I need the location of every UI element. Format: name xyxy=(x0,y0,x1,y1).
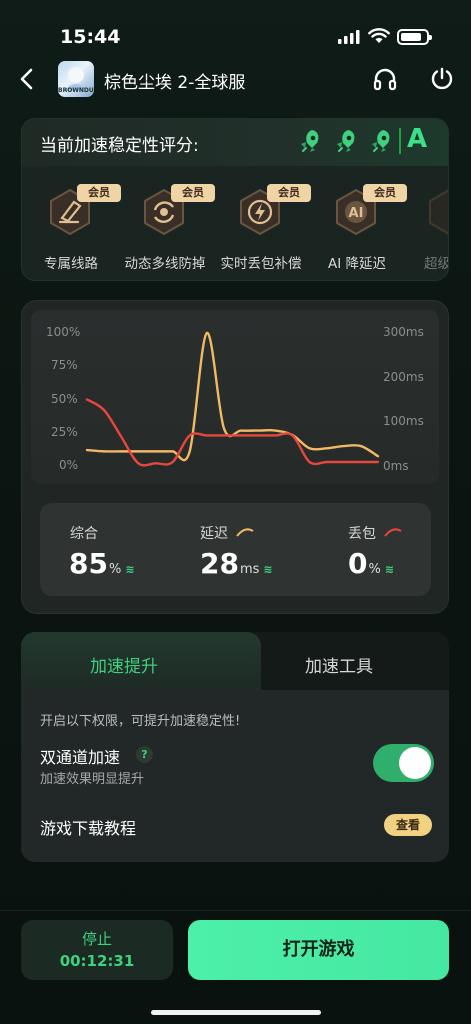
chevron-down-icon: ≋ xyxy=(263,563,273,576)
overall-unit: % xyxy=(108,562,122,577)
tab-tools[interactable]: 加速工具 xyxy=(305,652,373,677)
boost-hint: 开启以下权限，可提升加速稳定性! xyxy=(40,714,241,729)
open-game-button[interactable]: 打开游戏 xyxy=(188,920,449,980)
dual-channel-subtitle: 加速效果明显提升 xyxy=(40,772,145,787)
latency-legend-icon xyxy=(236,528,254,537)
bottom-divider xyxy=(0,910,471,911)
series-line-loss xyxy=(85,398,380,467)
latency-unit: ms xyxy=(239,562,260,577)
loss-number: 0 xyxy=(348,547,368,580)
help-icon[interactable]: ? xyxy=(136,746,153,763)
overall-number: 85 xyxy=(69,547,108,580)
view-tutorial-button[interactable]: 查看 xyxy=(384,814,432,836)
stat-overall-label: 综合 xyxy=(70,526,98,542)
stop-label: 停止 xyxy=(81,930,112,948)
stat-overall-value: 85% ≋ xyxy=(69,547,135,580)
stat-latency-value: 28ms ≋ xyxy=(200,547,273,580)
toggle-knob xyxy=(399,747,431,779)
loss-unit: % xyxy=(368,562,381,577)
home-indicator[interactable] xyxy=(151,1010,321,1015)
latency-number: 28 xyxy=(200,547,239,580)
stat-loss-label: 丢包 xyxy=(348,523,402,543)
tab-boost-label[interactable]: 加速提升 xyxy=(90,652,158,677)
stat-latency-label-text: 延迟 xyxy=(200,526,228,542)
download-tutorial-title: 游戏下载教程 xyxy=(40,819,137,838)
loss-legend-icon xyxy=(384,528,402,537)
line-chart xyxy=(85,331,380,467)
chevron-down-icon: ≋ xyxy=(384,563,395,576)
dual-channel-toggle[interactable] xyxy=(373,744,434,782)
dual-channel-title: 双通道加速 xyxy=(40,748,121,767)
series-line-latency xyxy=(85,331,380,462)
chevron-down-icon: ≋ xyxy=(125,563,135,576)
stat-loss-value: 0% ≋ xyxy=(348,547,394,580)
stop-button[interactable]: 停止 00:12:31 xyxy=(21,920,173,980)
elapsed-time: 00:12:31 xyxy=(59,952,135,970)
stat-latency-label: 延迟 xyxy=(200,523,254,543)
stat-loss-label-text: 丢包 xyxy=(348,526,376,542)
